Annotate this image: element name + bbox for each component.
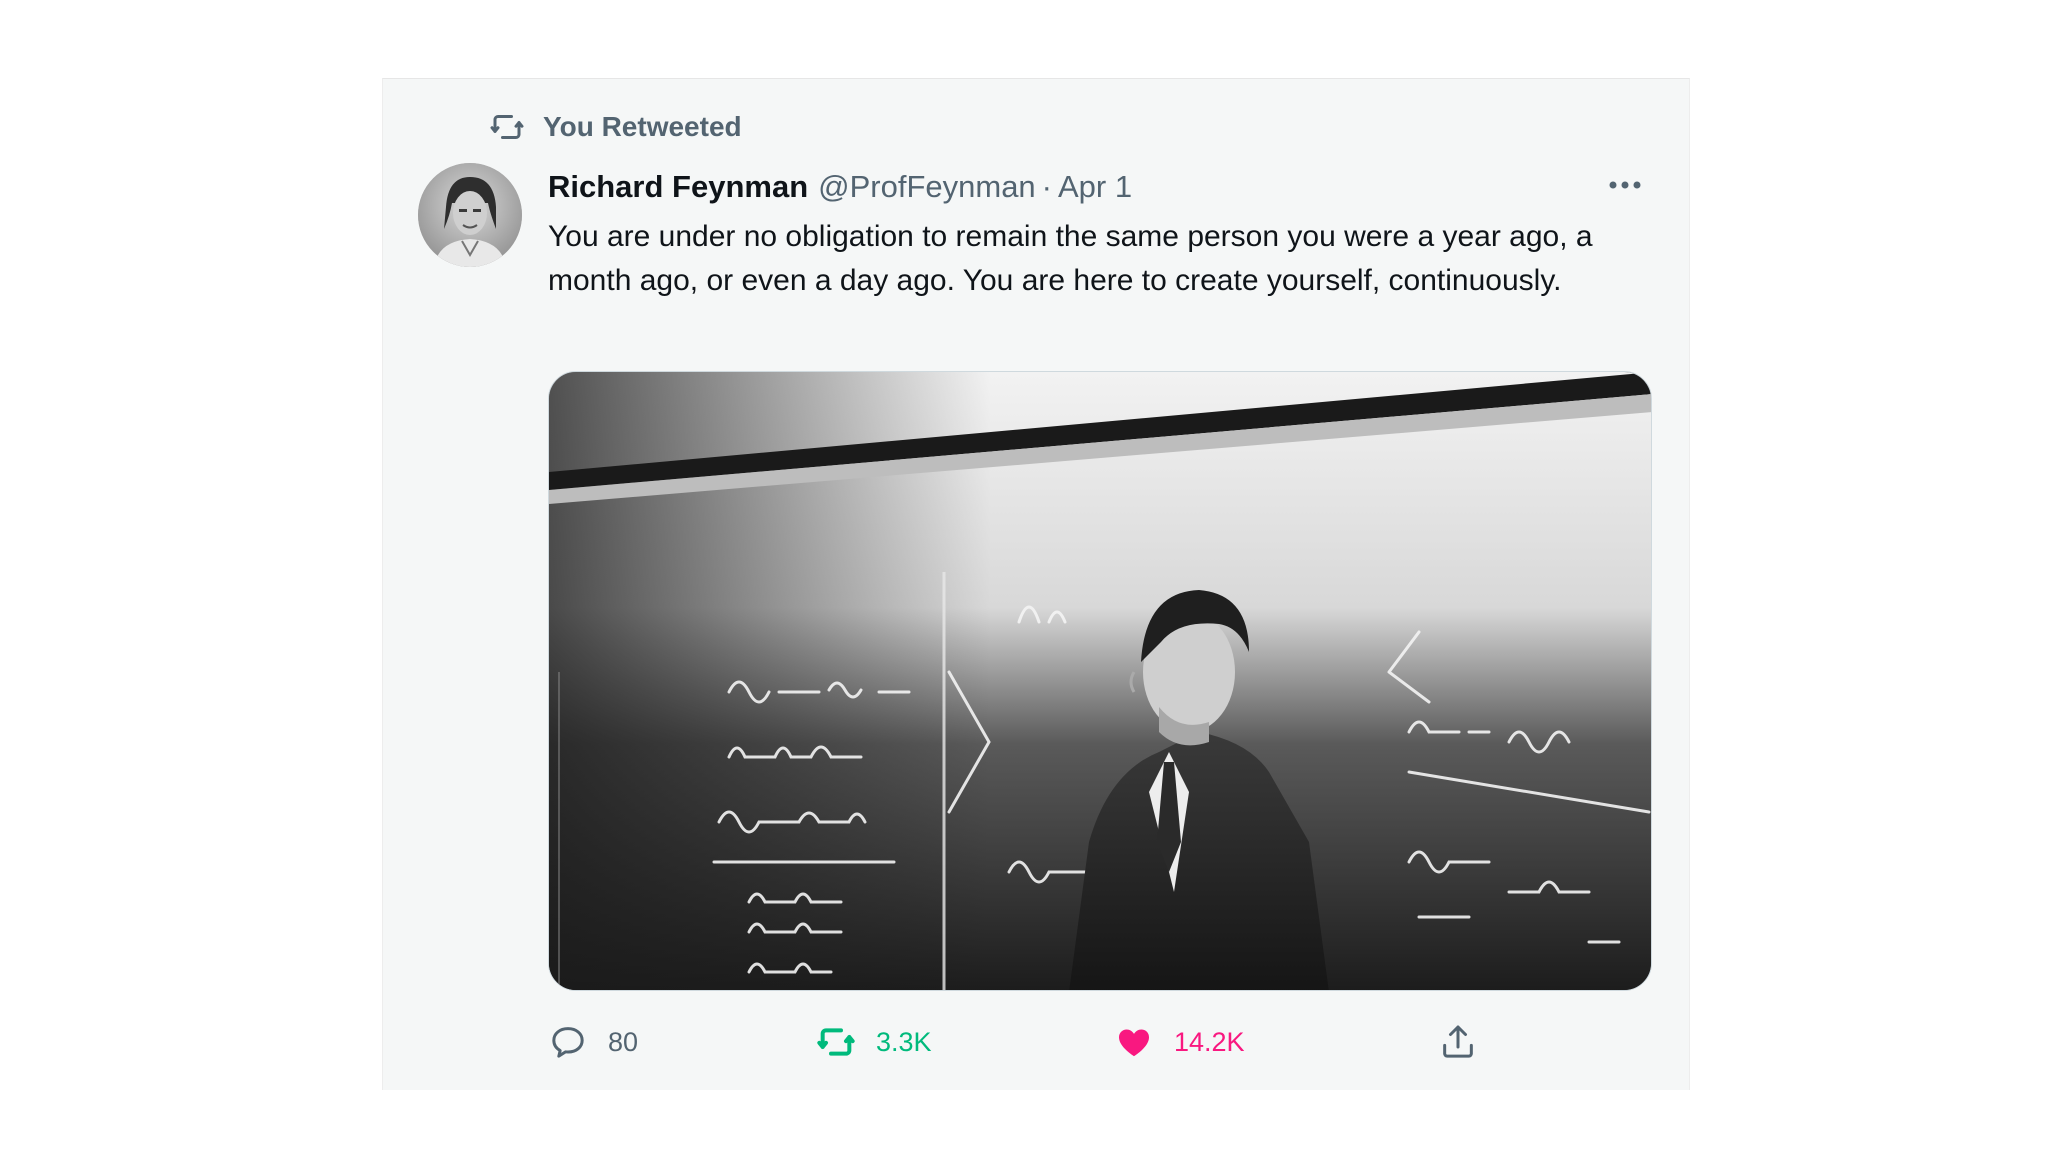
retweet-context: You Retweeted (489, 109, 742, 145)
more-icon (1609, 181, 1641, 189)
tweet-text: You are under no obligation to remain th… (548, 220, 1593, 297)
avatar[interactable] (418, 163, 522, 267)
like-count: 14.2K (1174, 1026, 1245, 1057)
tweet-card[interactable]: You Retweeted Richard Feynman @ProfFeynm… (382, 78, 1690, 1090)
reply-count: 80 (608, 1026, 639, 1057)
retweet-icon (817, 1028, 855, 1056)
retweet-icon (490, 115, 524, 139)
tweet-actions: 80 3.3K 14.2K (548, 1017, 1648, 1067)
photo-of-man-at-chalkboard (549, 372, 1651, 990)
reply-icon (552, 1027, 584, 1058)
tweet-header: Richard Feynman @ProfFeynman · Apr 1 (548, 165, 1132, 209)
retweet-context-label: You Retweeted (543, 111, 742, 142)
tweet-media[interactable] (548, 371, 1652, 991)
like-button[interactable]: 14.2K (1114, 1017, 1245, 1067)
heart-icon (1119, 1029, 1149, 1057)
share-icon (1443, 1025, 1473, 1058)
author-handle[interactable]: @ProfFeynman (818, 169, 1036, 205)
share-button[interactable] (1438, 1017, 1478, 1067)
tweet-date[interactable]: Apr 1 (1058, 169, 1132, 205)
header-separator: · (1041, 169, 1052, 204)
avatar-photo (418, 163, 522, 267)
retweet-button[interactable]: 3.3K (816, 1017, 932, 1067)
retweet-count: 3.3K (876, 1026, 932, 1057)
author-name[interactable]: Richard Feynman (548, 169, 808, 205)
more-button[interactable] (1603, 165, 1647, 205)
reply-button[interactable]: 80 (548, 1017, 638, 1067)
